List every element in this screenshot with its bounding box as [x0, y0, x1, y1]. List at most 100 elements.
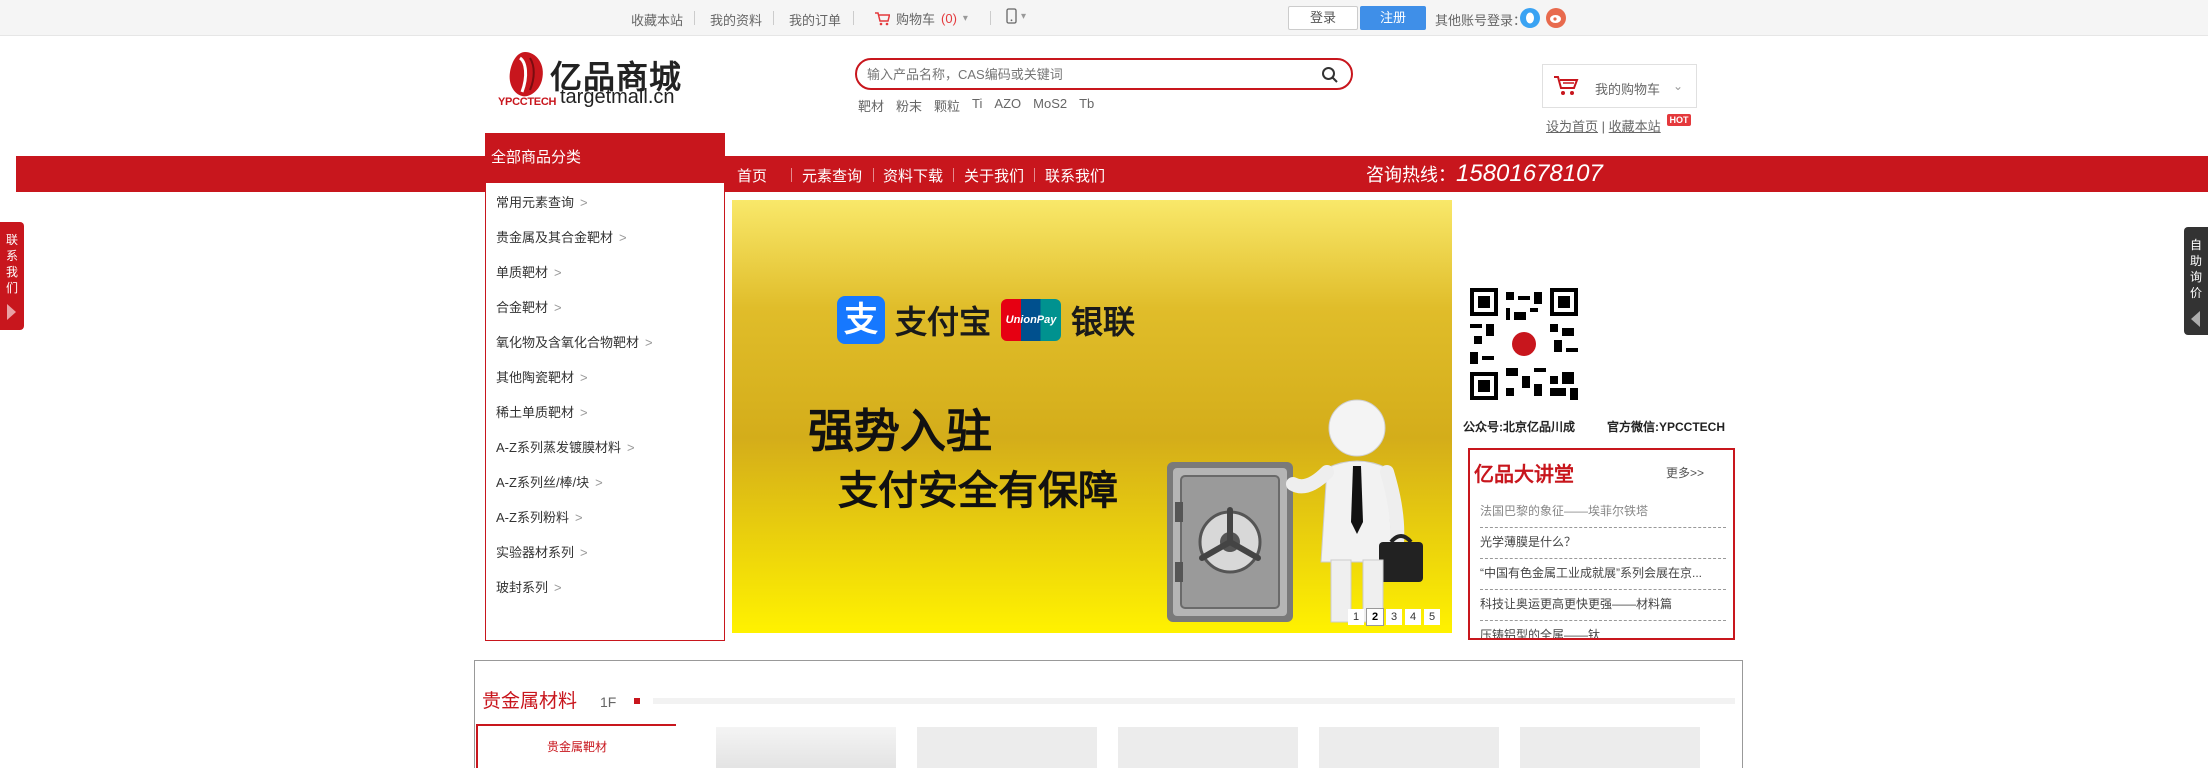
contact-us-side-tab[interactable]: 联系我们 [0, 222, 24, 330]
banner-subheadline: 支付安全有保障 [838, 469, 1118, 513]
arrow-right-icon [7, 304, 16, 320]
hot-word[interactable]: AZO [994, 96, 1021, 115]
contact-us-side-label: 联系我们 [6, 233, 19, 295]
safe-and-businessman-illustration [1167, 399, 1423, 623]
category-item[interactable]: 实验器材系列 > [496, 542, 588, 561]
category-item[interactable]: 稀土单质靶材 > [496, 402, 588, 421]
hot-word[interactable]: Ti [972, 96, 982, 115]
lecture-item[interactable]: 光学薄膜是什么？ [1480, 533, 1726, 559]
other-login-label: 其他账号登录： [1435, 13, 1527, 28]
nav-home[interactable]: 首页 [737, 165, 767, 186]
chevron-down-icon: ▾ [1021, 10, 1027, 22]
category-item[interactable]: A-Z系列蒸发镀膜材料 > [496, 437, 635, 456]
lecture-more-link[interactable]: 更多>> [1666, 464, 1704, 481]
lecture-item[interactable]: 法国巴黎的象征——埃菲尔铁塔 [1480, 502, 1726, 528]
chevron-right-icon: > [580, 545, 588, 560]
bookmark-link[interactable]: 收藏本站 [631, 10, 683, 29]
logo-emblem-icon [509, 52, 543, 97]
promo-banner[interactable]: 支 支付宝 UnionPay 银联 强势入驻 支付安全有保障 1 2 3 4 5 [732, 200, 1452, 633]
all-categories-header[interactable]: 全部商品分类 [485, 133, 725, 183]
nav-separator [1034, 168, 1035, 182]
unionpay-label: 银联 [1071, 304, 1136, 340]
product-thumbnail[interactable] [1520, 727, 1700, 768]
weibo-login-icon[interactable] [1546, 8, 1566, 28]
chevron-right-icon: > [619, 230, 627, 245]
floor-tab-precious-metal-targets[interactable]: 贵金属靶材 [476, 724, 676, 768]
product-thumbnail[interactable] [917, 727, 1097, 768]
banner-dot-active[interactable]: 2 [1366, 608, 1384, 626]
site-logo[interactable]: 亿品商城 targetmall.cn YPCCTECH [498, 50, 690, 112]
top-separator [853, 11, 854, 25]
top-cart-link[interactable]: 购物车 (0) ▾ [874, 9, 968, 28]
lecture-title: 亿品大讲堂 [1474, 464, 1574, 486]
hot-search-words: 靶材 粉末 颗粒 Ti AZO MoS2 Tb [858, 96, 1094, 115]
product-thumbnail[interactable] [1118, 727, 1298, 768]
chevron-down-icon: ⌄ [1673, 79, 1684, 93]
category-item[interactable]: A-Z系列丝/棒/块 > [496, 472, 603, 491]
lecture-item[interactable]: 压铸铝型的全属——钛 [1480, 626, 1726, 638]
banner-dot[interactable]: 5 [1424, 609, 1440, 625]
banner-dot[interactable]: 4 [1405, 609, 1421, 625]
lecture-panel: 亿品大讲堂 更多>> 法国巴黎的象征——埃菲尔铁塔 光学薄膜是什么？ “中国有色… [1468, 448, 1735, 640]
nav-separator [953, 168, 954, 182]
chevron-right-icon: > [580, 195, 588, 210]
hot-word[interactable]: 靶材 [858, 96, 884, 115]
my-cart-button[interactable]: 我的购物车 ⌄ [1542, 64, 1697, 108]
wechat-qr-code [1470, 288, 1578, 400]
nav-downloads[interactable]: 资料下载 [883, 165, 943, 186]
shopping-cart-icon [1554, 76, 1579, 95]
banner-dot[interactable]: 3 [1386, 609, 1402, 625]
bookmark-site-link[interactable]: 收藏本站 [1609, 119, 1661, 134]
product-thumbnail[interactable] [1319, 727, 1499, 768]
category-item[interactable]: 其他陶瓷靶材 > [496, 367, 588, 386]
chevron-right-icon: > [580, 370, 588, 385]
top-separator [990, 11, 991, 25]
hotline-number: 15801678107 [1456, 160, 1603, 187]
my-profile-link[interactable]: 我的资料 [710, 10, 762, 29]
set-homepage-link[interactable]: 设为首页 [1546, 119, 1598, 134]
lecture-item[interactable]: “中国有色金属工业成就展”系列会展在京... [1480, 564, 1726, 590]
category-item[interactable]: 贵金属及其合金靶材 > [496, 227, 627, 246]
chevron-right-icon: > [554, 265, 562, 280]
logo-domain: targetmall.cn [560, 86, 675, 108]
category-item[interactable]: 氧化物及含氧化合物靶材 > [496, 332, 653, 351]
header-quick-links: 设为首页 | 收藏本站 [1546, 116, 1661, 135]
hot-word[interactable]: 颗粒 [934, 96, 960, 115]
floor-divider [653, 698, 1735, 704]
hotline: 咨询热线：15801678107 [1366, 160, 1603, 188]
category-item[interactable]: 玻封系列 > [496, 577, 562, 596]
product-thumbnail[interactable] [716, 727, 896, 768]
category-item[interactable]: 单质靶材 > [496, 262, 562, 281]
mobile-app-link[interactable]: ▾ [1006, 8, 1026, 24]
qr-caption-public-account: 公众号:北京亿品川成 [1463, 420, 1575, 434]
self-inquiry-side-tab[interactable]: 自助询价 [2184, 227, 2208, 335]
login-button[interactable]: 登录 [1288, 6, 1358, 30]
nav-about-us[interactable]: 关于我们 [964, 165, 1024, 186]
register-button[interactable]: 注册 [1360, 6, 1426, 30]
floor-number: 1F [600, 694, 617, 710]
category-item[interactable]: 常用元素查询 > [496, 192, 588, 211]
hotline-label: 咨询热线： [1366, 165, 1456, 185]
nav-element-query[interactable]: 元素查询 [802, 165, 862, 186]
link-separator: | [1601, 119, 1606, 134]
my-orders-link[interactable]: 我的订单 [789, 10, 841, 29]
banner-dot[interactable]: 1 [1348, 609, 1364, 625]
chevron-right-icon: > [645, 335, 653, 350]
category-item[interactable]: A-Z系列粉料 > [496, 507, 583, 526]
hot-word[interactable]: Tb [1079, 96, 1094, 115]
chevron-right-icon: > [580, 405, 588, 420]
category-item[interactable]: 合金靶材 > [496, 297, 562, 316]
self-inquiry-side-label: 自助询价 [2190, 238, 2203, 300]
top-cart-label: 购物车 [896, 12, 936, 27]
hot-word[interactable]: 粉末 [896, 96, 922, 115]
search-icon[interactable] [1321, 66, 1339, 87]
nav-contact-us[interactable]: 联系我们 [1045, 165, 1105, 186]
top-separator [773, 11, 774, 25]
floor-tab-label: 贵金属靶材 [547, 740, 608, 754]
qq-login-icon[interactable] [1520, 8, 1540, 28]
search-input[interactable] [867, 64, 1307, 84]
logo-brand: YPCCTECH [498, 96, 557, 108]
hot-word[interactable]: MoS2 [1033, 96, 1067, 115]
lecture-item[interactable]: 科技让奥运更高更快更强——材料篇 [1480, 595, 1726, 621]
alipay-label: 支付宝 [895, 304, 992, 340]
